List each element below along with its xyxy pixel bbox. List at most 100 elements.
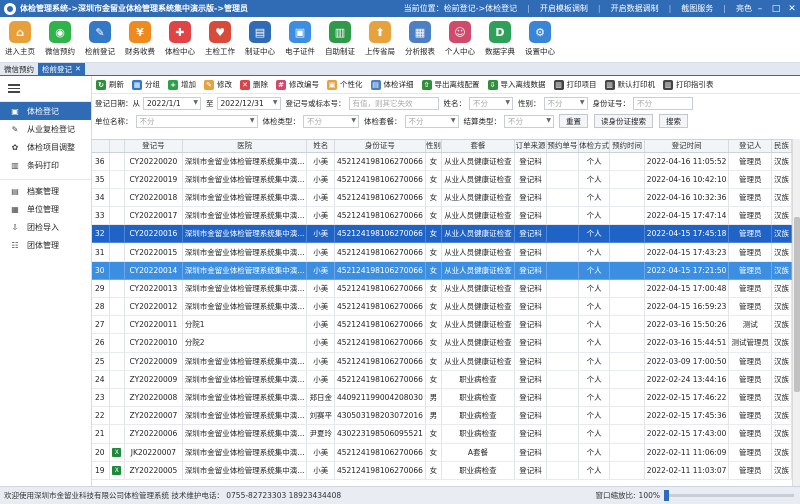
column-header[interactable]: 体检方式 [578,140,611,153]
column-header[interactable]: 姓名 [306,140,335,153]
column-header[interactable]: 身份证号 [334,140,426,153]
table-row[interactable]: 26 CY20220010 分院2 小美 452124198106270066 女从业人员… [92,333,792,353]
unit-select[interactable]: 不分 ▼ [135,114,258,128]
sidebar-item-company[interactable]: ▦ 单位管理 [0,200,91,218]
gender-select[interactable]: 不分 ▼ [543,96,588,110]
tab-wechat[interactable]: 微信预约 [0,63,38,75]
table-row[interactable]: 35 CY20220019 深圳市金留业体检管理系统集中演... 小美 45212419… [92,170,792,189]
column-header[interactable]: 登记人 [728,140,772,153]
toolbar-chart-button[interactable]: ▦ 分析报表 [400,17,440,63]
vertical-scrollbar[interactable] [792,139,800,486]
toolbar-doctor-button[interactable]: ♥ 主检工作 [200,17,240,63]
data-debug-link[interactable]: 开启数据调制 [611,3,659,14]
delete-action-button[interactable]: ✕ 删除 [240,79,268,90]
maximize-icon[interactable]: □ [768,0,784,17]
group-action-button[interactable]: ▦ 分组 [132,79,160,90]
toolbar-upload-button[interactable]: ⬆ 上传省局 [360,17,400,63]
column-header[interactable]: 民族 [771,140,792,153]
date-to-input[interactable]: 2022/12/31 ▼ [216,96,281,110]
tab-register[interactable]: 检前登记 ✕ [38,63,85,75]
menu-toggle-icon[interactable] [0,76,91,102]
sidebar-item-import[interactable]: ⇩ 团检导入 [0,218,91,236]
excel-icon[interactable]: X [112,448,122,458]
toolbar-medical-button[interactable]: ✚ 体检中心 [160,17,200,63]
cell-name: 小美 [306,188,335,208]
column-header[interactable]: 订单来源 [514,140,547,153]
settle-select[interactable]: 不分 ▼ [504,114,554,128]
sidebar-item-recheck[interactable]: ✎ 从业复检登记 [0,120,91,138]
zoom-slider-handle[interactable] [664,490,669,501]
date-from-input[interactable]: 2022/1/1 ▼ [143,96,201,110]
renumber-action-button[interactable]: # 修改编号 [276,79,319,90]
import-action-button[interactable]: ⇩ 导入离线数据 [487,79,546,90]
toolbar-gear-button[interactable]: ⚙ 设置中心 [520,17,560,63]
table-row[interactable]: 29 CY20220013 深圳市金留业体检管理系统集中演... 小美 45212419… [92,279,792,299]
toolbar-register-button[interactable]: ✎ 检前登记 [80,17,120,63]
exam-type-select[interactable]: 不分 ▼ [303,114,359,128]
read-id-button[interactable]: 读身份证搜索 [594,114,653,128]
column-header[interactable]: 性别 [425,140,442,153]
table-row[interactable]: 19 X ZY20220005 深圳市金留业体检管理系统集中演... 小美 4521241… [92,461,792,480]
zoom-slider[interactable] [664,490,794,501]
toolbar-printer-button[interactable]: ▤ 制证中心 [240,17,280,63]
toolbar-dictionary-button[interactable]: D 数据字典 [480,17,520,63]
table-row[interactable]: 28 CY20220012 深圳市金留业体检管理系统集中演... 小美 45212419… [92,297,792,317]
column-header[interactable] [92,140,110,153]
table-row[interactable]: 24 ZY20220009 深圳市金留业体检管理系统集中演... 小美 45212419… [92,370,792,389]
package-select[interactable]: 不分 ▼ [404,114,459,128]
reset-button[interactable]: 重置 [559,114,588,128]
sidebar-item-register[interactable]: ▣ 体检登记 [0,102,91,120]
table-row[interactable]: 20 X JK20220007 深圳市金留业体检管理系统集中演... 小美 4521241… [92,443,792,462]
detail-action-button[interactable]: ▤ 体检详细 [370,79,414,90]
table-row[interactable]: 34 CY20220018 深圳市金留业体检管理系统集中演... 小美 45212419… [92,188,792,208]
table-row[interactable]: 23 ZY20220008 深圳市金留业体检管理系统集中演... 郑日金 4409211… [92,388,792,408]
column-header[interactable]: 预约时间 [609,140,645,153]
toolbar-certificate-button[interactable]: ▣ 电子证件 [280,17,320,63]
edit-action-button[interactable]: ✎ 修改 [204,79,232,90]
add-action-button[interactable]: + 增加 [168,79,196,90]
print-guide-action-button[interactable]: ▥ 打印指引表 [663,79,714,90]
screenshot-service-link[interactable]: 截图服务 [681,3,713,14]
table-row[interactable]: 33 CY20220017 深圳市金留业体检管理系统集中演... 小美 45212419… [92,206,792,226]
name-select[interactable]: 不分 ▼ [469,96,513,110]
column-header[interactable]: 预约单号 [546,140,579,153]
table-row[interactable]: 25 CY20220009 深圳市金留业体检管理系统集中演... 小美 45212419… [92,352,792,371]
toolbar-kiosk-button[interactable]: ▥ 自助制证 [320,17,360,63]
toolbar-home-button[interactable]: ⌂ 进入主页 [0,17,40,63]
column-header[interactable]: 套餐 [441,140,516,153]
column-header[interactable]: 登记时间 [644,140,730,153]
regno-input[interactable]: 有值，则其它失效 [348,96,439,110]
sidebar-item-group[interactable]: ☷ 团体管理 [0,236,91,254]
scrollbar-thumb[interactable] [794,217,800,392]
refresh-action-button[interactable]: ↻ 刷新 [96,79,124,90]
close-icon[interactable]: ✕ [784,0,800,17]
search-button[interactable]: 搜索 [659,114,688,128]
export-action-button[interactable]: ⇧ 导出离线配置 [421,79,480,90]
template-debug-link[interactable]: 开启模板调制 [540,3,588,14]
minimize-icon[interactable]: – [752,0,768,17]
table-row[interactable]: 22 ZY20220007 深圳市金留业体检管理系统集中演... 刘赛平 4305031… [92,406,792,426]
table-row[interactable]: 27 CY20220011 分院1 小美 452124198106270066 女从业人员… [92,315,792,335]
toolbar-money-button[interactable]: ¥ 财务收费 [120,17,160,63]
table-row[interactable]: 32 CY20220016 深圳市金留业体检管理系统集中演... 小美 45212419… [92,224,792,244]
toolbar-user-button[interactable]: ☺ 个人中心 [440,17,480,63]
idcard-input[interactable]: 不分 [633,96,693,110]
table-row[interactable]: 31 CY20220015 深圳市金留业体检管理系统集中演... 小美 45212419… [92,242,792,262]
toolbar-wechat-button[interactable]: ◉ 微信预约 [40,17,80,63]
table-row[interactable]: 36 CY20220020 深圳市金留业体检管理系统集中演... 小美 45212419… [92,152,792,171]
column-header[interactable] [109,140,125,153]
column-header[interactable]: 登记号 [124,140,183,153]
column-header[interactable]: 医院 [182,140,308,153]
excel-icon[interactable]: X [112,466,122,476]
table-row[interactable]: 21 ZY20220006 深圳市金留业体检管理系统集中演... 尹夏玲 4302231… [92,424,792,444]
custom-action-button[interactable]: ▣ 个性化 [327,79,363,90]
table-row[interactable]: 30 CY20220014 深圳市金留业体检管理系统集中演... 小美 45212419… [92,261,792,280]
close-icon[interactable]: ✕ [75,65,81,73]
cell-nation: 汉族 [771,170,792,189]
print-action-button[interactable]: ▥ 打印项目 [553,79,597,90]
sidebar-item-barcode[interactable]: ▥ 条码打印 [0,156,91,174]
sidebar-item-archive[interactable]: ▤ 档案管理 [0,182,91,200]
sidebar-item-adjust[interactable]: ✿ 体检项目调整 [0,138,91,156]
theme-toggle[interactable]: 亮色 [736,3,752,14]
printer-action-button[interactable]: ▥ 默认打印机 [604,79,655,90]
